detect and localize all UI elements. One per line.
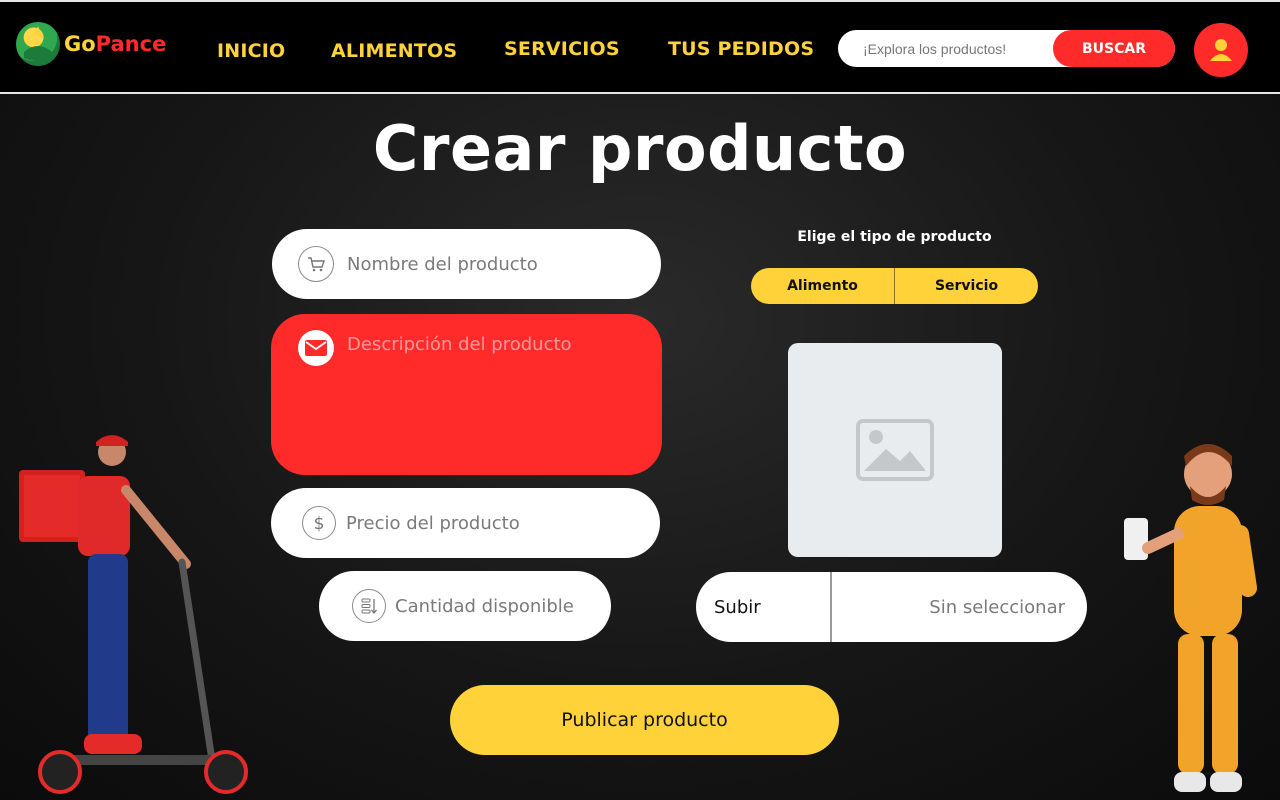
logo-text-pance: Pance <box>95 32 167 56</box>
search-button[interactable]: BUSCAR <box>1053 30 1175 67</box>
svg-text:$: $ <box>314 514 325 533</box>
cart-icon <box>298 246 334 282</box>
mail-icon <box>298 330 334 366</box>
product-type-label: Elige el tipo de producto <box>797 229 992 245</box>
image-placeholder-icon <box>856 419 934 481</box>
page-title: Crear producto <box>372 112 908 185</box>
logo-text-go: Go <box>64 32 96 56</box>
product-quantity-input[interactable] <box>395 595 595 617</box>
search-bar: BUSCAR <box>838 30 1175 67</box>
delivery-scooter-illustration <box>19 435 248 794</box>
image-upload-field: Subir Sin seleccionar <box>696 572 1087 642</box>
type-option-alimento[interactable]: Alimento <box>751 268 894 304</box>
product-price-input[interactable] <box>346 512 636 534</box>
nav-item-servicios[interactable]: SERVICIOS <box>504 38 620 60</box>
nav-item-tus-pedidos[interactable]: TUS PEDIDOS <box>668 38 814 60</box>
image-preview <box>788 343 1002 557</box>
product-quantity-field <box>319 571 611 641</box>
delivery-man-illustration <box>1124 444 1257 792</box>
logo-text: GoPance <box>64 32 166 56</box>
product-name-input[interactable] <box>347 253 637 275</box>
type-option-servicio[interactable]: Servicio <box>895 268 1038 304</box>
nav-item-alimentos[interactable]: ALIMENTOS <box>331 40 457 62</box>
user-account-button[interactable] <box>1194 23 1248 77</box>
product-type-toggle: Alimento Servicio <box>751 268 1038 304</box>
dollar-icon: $ <box>302 506 336 540</box>
upload-button[interactable]: Subir <box>696 572 832 642</box>
nav-item-inicio[interactable]: INICIO <box>217 40 285 62</box>
product-name-field <box>272 229 661 299</box>
search-input[interactable] <box>838 30 1053 67</box>
top-navbar: GoPance INICIO ALIMENTOS SERVICIOS TUS P… <box>0 0 1280 94</box>
product-price-field: $ <box>271 488 660 558</box>
logo-icon <box>16 22 60 66</box>
product-description-input[interactable] <box>347 334 647 454</box>
publish-product-button[interactable]: Publicar producto <box>450 685 839 755</box>
upload-status: Sin seleccionar <box>929 596 1065 618</box>
quantity-icon <box>352 589 386 623</box>
logo[interactable]: GoPance <box>16 22 166 66</box>
user-icon <box>1210 39 1232 61</box>
